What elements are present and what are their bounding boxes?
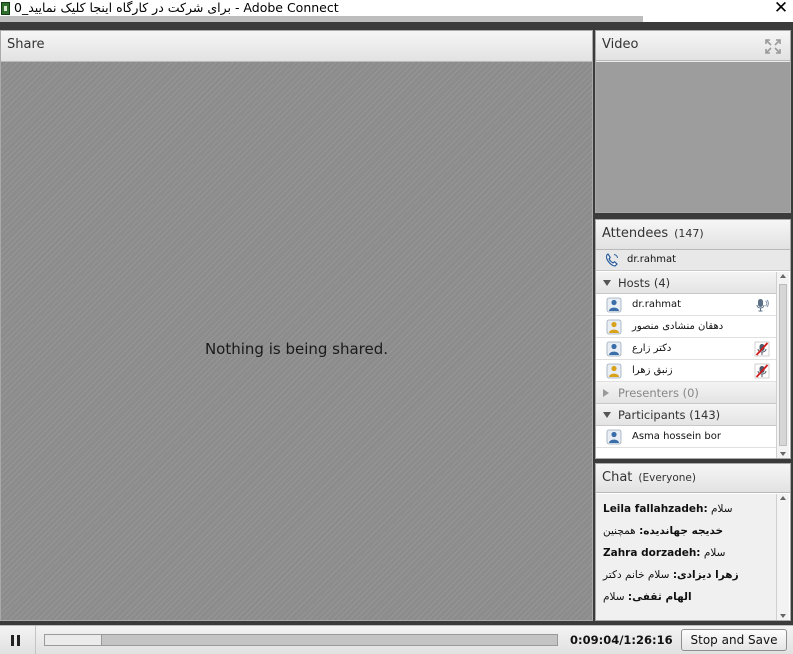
attendee-group-0[interactable]: Hosts (4)	[596, 272, 776, 294]
attendee-list: Hosts (4) dr.rahmat دهقان منشادی منصور دکتر…	[596, 272, 776, 458]
microphone-muted-icon[interactable]	[754, 341, 770, 357]
chat-text: همچنین	[603, 525, 636, 537]
attendee-row[interactable]: دکتر زارع	[596, 338, 776, 360]
chat-scope[interactable]: (Everyone)	[638, 472, 696, 484]
adobe-connect-app-icon	[1, 2, 10, 15]
microphone-muted-icon[interactable]	[754, 363, 770, 379]
chat-text: سلام	[711, 503, 733, 515]
share-pod: Share Nothing is being shared.	[0, 30, 593, 621]
attendee-group-1[interactable]: Presenters (0)	[596, 382, 776, 404]
window-loading-strip	[0, 16, 643, 22]
chat-text: سلام خانم دکتر	[603, 569, 670, 581]
attendee-group-2[interactable]: Participants (143)	[596, 404, 776, 426]
scroll-down-arrow-icon[interactable]	[780, 452, 786, 456]
microphone-icon[interactable]	[754, 297, 770, 313]
share-stage: Nothing is being shared.	[1, 62, 592, 620]
stop-and-save-button[interactable]: Stop and Save	[681, 629, 787, 651]
attendee-name: زنبق زهرا	[632, 365, 673, 376]
my-name: dr.rahmat	[627, 254, 677, 265]
attendee-row[interactable]: Asma hossein bor	[596, 426, 776, 448]
fullscreen-icon[interactable]	[765, 39, 781, 54]
scroll-up-arrow-icon[interactable]	[780, 496, 786, 500]
user-icon	[606, 297, 622, 313]
attendee-name: Asma hossein bor	[632, 431, 721, 442]
attendee-name: دکتر زارع	[632, 343, 672, 354]
chat-message: زهرا دیزادی: سلام خانم دکتر	[603, 567, 776, 589]
attendee-row[interactable]: زنبق زهرا	[596, 360, 776, 382]
expand-down-icon[interactable]	[603, 280, 611, 286]
window-title: برای شرکت در کارگاه اینجا کلیک نمایید_0 …	[14, 0, 339, 15]
playback-scrubber[interactable]	[44, 634, 558, 646]
user-icon	[606, 341, 622, 357]
chat-pod-header: Chat (Everyone)	[596, 464, 790, 493]
pause-button[interactable]	[0, 626, 36, 654]
phone-icon	[605, 253, 618, 267]
attendee-count: (147)	[674, 227, 704, 240]
attendee-name: دهقان منشادی منصور	[632, 321, 724, 332]
attendee-group-label: Presenters (0)	[618, 386, 699, 400]
video-area	[596, 62, 790, 212]
chat-message: خدیجه جهاندیده: همچنین	[603, 523, 776, 545]
share-pod-title: Share	[7, 37, 45, 52]
chat-message: Zahra dorzadeh: سلام	[603, 545, 776, 567]
playback-time: 0:09:04/1:26:16	[570, 633, 673, 647]
chat-message: Leila fallahzadeh: سلام	[603, 501, 776, 523]
chat-text: سلام	[703, 547, 726, 559]
attendees-pod-header: Attendees (147)	[596, 220, 790, 250]
playback-bar: 0:09:04/1:26:16 Stop and Save	[0, 625, 793, 654]
chat-scrollbar[interactable]	[776, 494, 789, 620]
close-window-button[interactable]: ✕	[770, 0, 792, 17]
chat-text: سلام	[603, 591, 625, 603]
playback-progress-fill	[45, 635, 103, 645]
attendees-pod: Attendees (147) dr.rahmat Hosts (4) dr.rah…	[595, 219, 791, 459]
chat-pod: Chat (Everyone) Leila fallahzadeh: سلام خد…	[595, 463, 791, 621]
video-pod: Video	[595, 30, 791, 213]
attendee-list-scrollbar[interactable]	[776, 272, 789, 458]
attendee-row[interactable]: dr.rahmat	[596, 294, 776, 316]
attendee-row[interactable]: دهقان منشادی منصور	[596, 316, 776, 338]
scroll-up-arrow-icon[interactable]	[780, 274, 786, 278]
video-pod-title: Video	[602, 37, 639, 52]
my-attendee-row[interactable]: dr.rahmat	[596, 250, 790, 271]
chat-messages: Leila fallahzadeh: سلام خدیجه جهاندیده: ه…	[596, 494, 776, 620]
scroll-down-arrow-icon[interactable]	[780, 614, 786, 618]
user-icon	[606, 363, 622, 379]
collapse-right-icon[interactable]	[603, 389, 609, 397]
attendee-name: dr.rahmat	[632, 299, 682, 310]
attendees-pod-title: Attendees (147)	[602, 226, 704, 241]
chat-sender: زهرا دیزادی:	[672, 569, 739, 581]
title-bar: برای شرکت در کارگاه اینجا کلیک نمایید_0 …	[0, 0, 793, 22]
chat-pod-title: Chat (Everyone)	[602, 470, 696, 485]
nothing-shared-message: Nothing is being shared.	[204, 340, 389, 358]
share-pod-header: Share	[1, 31, 592, 62]
user-icon	[606, 429, 622, 445]
attendee-group-label: Hosts (4)	[618, 276, 671, 290]
attendee-scroll-thumb[interactable]	[779, 284, 787, 446]
attendee-group-label: Participants (143)	[618, 408, 721, 422]
user-icon	[606, 319, 622, 335]
chat-sender: الهام ثقفی:	[627, 591, 692, 603]
chat-sender: خدیجه جهاندیده:	[639, 525, 724, 537]
video-pod-header: Video	[596, 31, 790, 61]
expand-down-icon[interactable]	[603, 412, 611, 418]
chat-sender: Zahra dorzadeh:	[603, 547, 701, 559]
chat-sender: Leila fallahzadeh:	[603, 503, 708, 515]
chat-message: الهام ثقفی: سلام	[603, 589, 776, 611]
adobe-connect-window: برای شرکت در کارگاه اینجا کلیک نمایید_0 …	[0, 0, 793, 654]
